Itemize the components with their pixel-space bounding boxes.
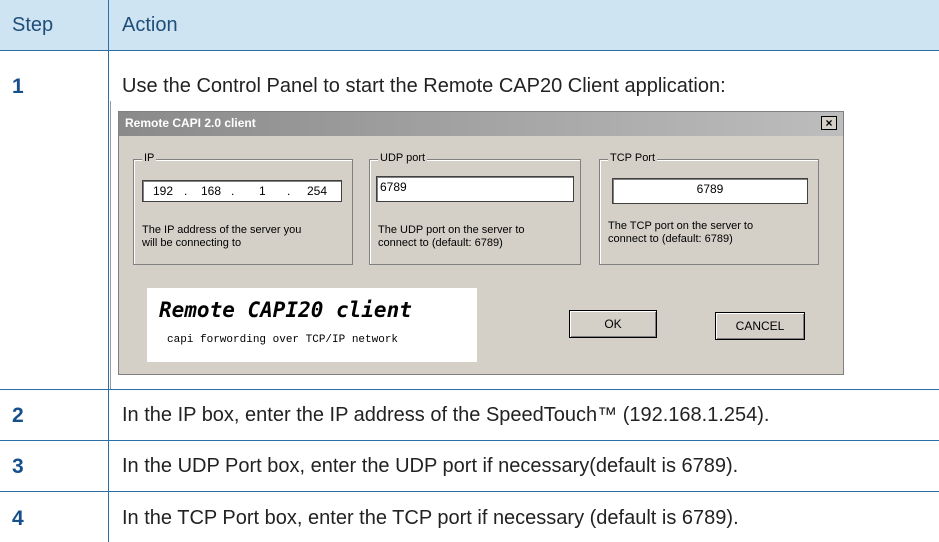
ip-octet: 192 (153, 184, 174, 198)
udp-legend: UDP port (378, 152, 428, 164)
step-number: 1 (12, 75, 24, 98)
tcp-group: TCP Port 6789 The TCP port on the server… (599, 152, 819, 265)
ip-description-line: will be connecting to (142, 237, 242, 249)
tcp-legend: TCP Port (608, 152, 658, 164)
ip-dot: . (287, 184, 291, 198)
udp-description-line: connect to (default: 6789) (378, 237, 503, 249)
ip-group: IP 192 . 168 . 1 . 254 The IP address of… (133, 152, 353, 265)
tcp-port-field[interactable]: 6789 (612, 178, 808, 204)
app-logo-panel: Remote CAPI20 client capi forwording ove… (147, 288, 477, 362)
step-action: In the UDP Port box, enter the UDP port … (122, 455, 739, 477)
cancel-button[interactable]: CANCEL (715, 312, 805, 340)
steps-table: Step Action 1 Use the Control Panel to s… (0, 0, 939, 542)
logo-title: Remote CAPI20 client (159, 298, 412, 322)
tcp-description-line: connect to (default: 6789) (608, 233, 733, 245)
step-action: In the TCP Port box, enter the TCP port … (122, 507, 739, 529)
header-action: Action (122, 14, 178, 36)
close-icon[interactable]: × (821, 116, 837, 130)
ip-address-field[interactable]: 192 . 168 . 1 . 254 (142, 180, 342, 202)
row-divider (0, 50, 939, 51)
step-action: In the IP box, enter the IP address of t… (122, 404, 770, 426)
inner-divider (110, 101, 111, 389)
ip-description-line: The IP address of the server you (142, 224, 302, 236)
row-divider (0, 440, 939, 441)
remote-capi-dialog: Remote CAPI 2.0 client × IP 192 . 168 . … (118, 111, 844, 375)
table-header: Step Action (0, 0, 939, 50)
row-divider (0, 491, 939, 492)
ip-legend: IP (142, 152, 157, 164)
udp-description-line: The UDP port on the server to (378, 224, 525, 236)
udp-group: UDP port 6789 The UDP port on the server… (369, 152, 581, 265)
ip-dot: . (231, 184, 235, 198)
step-number: 4 (12, 507, 24, 530)
ok-button[interactable]: OK (569, 310, 657, 338)
dialog-title: Remote CAPI 2.0 client (125, 116, 256, 130)
ip-octet: 168 (201, 184, 222, 198)
header-step: Step (12, 14, 54, 36)
tcp-description-line: The TCP port on the server to (608, 220, 754, 232)
step-number: 3 (12, 455, 24, 478)
column-divider (108, 0, 109, 542)
ip-octet: 254 (307, 184, 328, 198)
dialog-titlebar: Remote CAPI 2.0 client × (119, 112, 843, 136)
ip-dot: . (184, 184, 188, 198)
logo-subtitle: capi forwording over TCP/IP network (167, 334, 399, 346)
udp-port-field[interactable]: 6789 (376, 176, 574, 202)
row-divider (0, 389, 939, 390)
step-number: 2 (12, 404, 24, 427)
step-action: Use the Control Panel to start the Remot… (122, 75, 726, 97)
ip-octet: 1 (259, 184, 266, 198)
